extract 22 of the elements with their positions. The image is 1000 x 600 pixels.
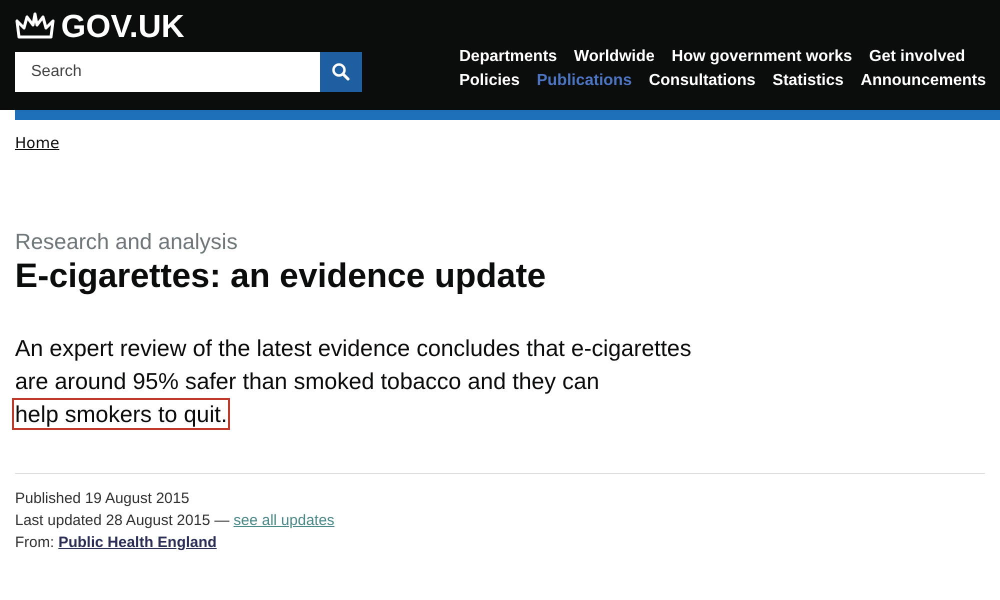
nav-link[interactable]: How government works xyxy=(672,48,852,66)
summary-text: An expert review of the latest evidence concludes that e-cigarettes are around 95% safer than smoked tobacco and they can help smokers to quit. xyxy=(15,332,715,431)
search-button[interactable] xyxy=(320,52,362,92)
nav-link[interactable]: Policies xyxy=(459,72,520,90)
search-icon xyxy=(331,62,351,82)
nav-link[interactable]: Announcements xyxy=(860,72,986,90)
page-title: E-cigarettes: an evidence update xyxy=(15,257,547,296)
see-updates-link[interactable]: see all updates xyxy=(234,512,334,529)
breadcrumb-link[interactable]: Home xyxy=(15,134,60,152)
nav-link[interactable]: Statistics xyxy=(772,72,844,90)
crown-icon xyxy=(15,11,55,41)
nav-link[interactable]: Get involved xyxy=(869,48,966,66)
site-logo[interactable]: GOV.UK xyxy=(61,8,184,44)
nav-link[interactable]: Departments xyxy=(459,48,558,66)
organisation-link[interactable]: Public Health England xyxy=(58,534,217,551)
nav-link[interactable]: Publications xyxy=(536,72,632,90)
published-date: Published 19 August 2015 xyxy=(15,489,190,509)
from-label: From: xyxy=(15,534,54,551)
nav-link[interactable]: Worldwide xyxy=(574,48,655,66)
nav-link[interactable]: Consultations xyxy=(648,72,756,90)
document-type: Research and analysis xyxy=(15,229,239,255)
updated-date: Last updated 28 August 2015 — xyxy=(15,512,230,529)
